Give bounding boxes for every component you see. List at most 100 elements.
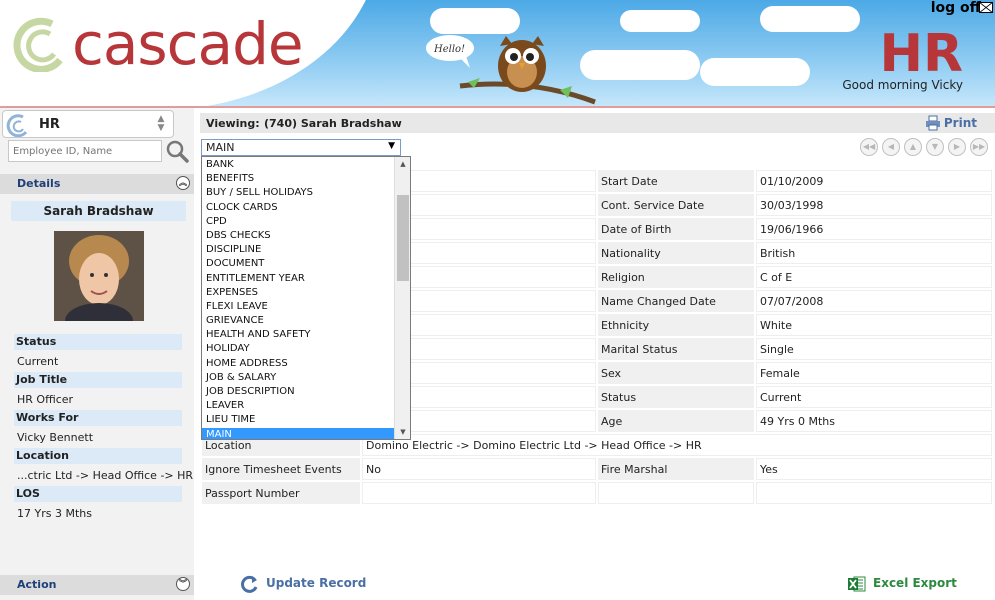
up-record-icon[interactable]: ▲ bbox=[904, 138, 922, 156]
record-navigation: ◀◀ ◀ ▲ ▼ ▶ ▶▶ bbox=[860, 138, 992, 156]
close-icon[interactable] bbox=[979, 2, 993, 13]
passport-number-value bbox=[362, 482, 596, 504]
works-for-value: Vicky Bennett bbox=[17, 431, 94, 444]
works-for-label: Works For bbox=[14, 410, 182, 426]
app-header: cascade Hello! log off HR Good morning V… bbox=[0, 0, 995, 108]
logoff-link[interactable]: log off bbox=[931, 0, 981, 16]
table-row: Ignore Timesheet Events No Fire Marshal … bbox=[202, 458, 992, 480]
module-title: HR bbox=[879, 24, 963, 84]
field-value: Current bbox=[756, 386, 992, 408]
empty-cell bbox=[756, 482, 992, 504]
dropdown-option[interactable]: FLEXI LEAVE bbox=[202, 300, 395, 314]
sidebar: HR ▲▼ Details ︽ Sarah Bradshaw Status Cu… bbox=[0, 108, 194, 600]
dropdown-option[interactable]: MAIN bbox=[202, 427, 395, 439]
speech-bubble-text: Hello! bbox=[433, 44, 465, 55]
dropdown-arrow-icon: ▼ bbox=[388, 141, 395, 151]
fire-marshal-label: Fire Marshal bbox=[598, 458, 754, 480]
dropdown-option[interactable]: ENTITLEMENT YEAR bbox=[202, 272, 395, 286]
viewing-bar: Viewing: (740) Sarah Bradshaw Print bbox=[200, 113, 995, 133]
cloud bbox=[760, 6, 860, 32]
dropdown-scrollbar[interactable]: ▲ ▼ bbox=[394, 157, 410, 439]
status-value: Current bbox=[17, 355, 59, 368]
printer-icon[interactable] bbox=[925, 115, 941, 131]
employee-name: Sarah Bradshaw bbox=[11, 201, 186, 221]
action-label: Action bbox=[17, 578, 57, 591]
field-label: Date of Birth bbox=[598, 218, 754, 240]
scroll-down-icon[interactable]: ▼ bbox=[395, 425, 410, 439]
last-record-icon[interactable]: ▶▶ bbox=[970, 138, 988, 156]
expand-down-icon[interactable]: ︾ bbox=[176, 577, 190, 591]
cloud bbox=[620, 10, 700, 32]
scroll-up-icon[interactable]: ▲ bbox=[395, 157, 410, 171]
details-panel-header[interactable]: Details ︽ bbox=[0, 174, 194, 194]
details-label: Details bbox=[17, 177, 61, 190]
ignore-timesheet-value: No bbox=[362, 458, 596, 480]
viewing-employee: (740) Sarah Bradshaw bbox=[264, 117, 402, 130]
section-select[interactable]: MAIN ▼ bbox=[201, 139, 401, 156]
collapse-up-icon[interactable]: ︽ bbox=[176, 176, 190, 190]
dropdown-options: BANK BENEFITS BUY / SELL HOLIDAYS CLOCK CAR… bbox=[202, 158, 395, 439]
field-value: 19/06/1966 bbox=[756, 218, 992, 240]
section-dropdown-list[interactable]: BANK BENEFITS BUY / SELL HOLIDAYS CLOCK CAR… bbox=[201, 156, 411, 440]
ignore-timesheet-label: Ignore Timesheet Events bbox=[202, 458, 360, 480]
brand-logo: cascade bbox=[72, 10, 304, 78]
logoff-label: log off bbox=[930, 0, 981, 16]
dropdown-option[interactable]: JOB & SALARY bbox=[202, 371, 395, 385]
empty-cell bbox=[598, 482, 754, 504]
employee-photo bbox=[54, 231, 144, 321]
dropdown-option[interactable]: CPD bbox=[202, 215, 395, 229]
update-record-label: Update Record bbox=[266, 576, 367, 590]
excel-icon bbox=[848, 576, 866, 592]
action-panel-header[interactable]: Action ︾ bbox=[0, 575, 194, 595]
field-label: Marital Status bbox=[598, 338, 754, 360]
search-icon[interactable] bbox=[164, 138, 190, 164]
field-label: Ethnicity bbox=[598, 314, 754, 336]
dropdown-option[interactable]: BENEFITS bbox=[202, 172, 395, 186]
dropdown-option[interactable]: HOLIDAY bbox=[202, 342, 395, 356]
section-select-value: MAIN bbox=[206, 141, 235, 154]
status-label: Status bbox=[14, 334, 182, 350]
first-record-icon[interactable]: ◀◀ bbox=[860, 138, 878, 156]
field-value: Female bbox=[756, 362, 992, 384]
owl-mascot-icon: Hello! bbox=[426, 35, 596, 105]
scroll-thumb[interactable] bbox=[397, 195, 409, 281]
dropdown-option[interactable]: BUY / SELL HOLIDAYS bbox=[202, 186, 395, 200]
field-label: Sex bbox=[598, 362, 754, 384]
field-value: 07/07/2008 bbox=[756, 290, 992, 312]
cascade-swirl-icon bbox=[6, 114, 28, 137]
dropdown-option[interactable]: DOCUMENT bbox=[202, 257, 395, 271]
location-label: Location bbox=[14, 448, 182, 464]
field-value: Single bbox=[756, 338, 992, 360]
dropdown-option[interactable]: CLOCK CARDS bbox=[202, 201, 395, 215]
field-value: British bbox=[756, 242, 992, 264]
fire-marshal-value: Yes bbox=[756, 458, 992, 480]
field-value: 30/03/1998 bbox=[756, 194, 992, 216]
updown-arrows-icon: ▲ ▼ bbox=[157, 114, 165, 133]
down-record-icon[interactable]: ▼ bbox=[926, 138, 944, 156]
job-title-value: HR Officer bbox=[17, 393, 74, 406]
viewing-label: Viewing: bbox=[206, 117, 260, 130]
previous-record-icon[interactable]: ◀ bbox=[882, 138, 900, 156]
dropdown-option[interactable]: HOME ADDRESS bbox=[202, 357, 395, 371]
field-label: Nationality bbox=[598, 242, 754, 264]
dropdown-option[interactable]: DBS CHECKS bbox=[202, 229, 395, 243]
dropdown-option[interactable]: JOB DESCRIPTION bbox=[202, 385, 395, 399]
dropdown-option[interactable]: GRIEVANCE bbox=[202, 314, 395, 328]
module-label: HR bbox=[39, 117, 60, 132]
field-label: Name Changed Date bbox=[598, 290, 754, 312]
next-record-icon[interactable]: ▶ bbox=[948, 138, 966, 156]
field-label: Religion bbox=[598, 266, 754, 288]
dropdown-option[interactable]: LIEU TIME bbox=[202, 413, 395, 427]
dropdown-option[interactable]: LEAVER bbox=[202, 399, 395, 413]
module-selector[interactable]: HR ▲ ▼ bbox=[2, 110, 174, 138]
dropdown-option[interactable]: HEALTH AND SAFETY bbox=[202, 328, 395, 342]
dropdown-option[interactable]: DISCIPLINE bbox=[202, 243, 395, 257]
field-value: C of E bbox=[756, 266, 992, 288]
los-value: 17 Yrs 3 Mths bbox=[17, 507, 92, 520]
dropdown-option[interactable]: BANK bbox=[202, 158, 395, 172]
field-value: 01/10/2009 bbox=[756, 170, 992, 192]
employee-search-input[interactable] bbox=[8, 140, 162, 162]
dropdown-option[interactable]: EXPENSES bbox=[202, 286, 395, 300]
field-label: Cont. Service Date bbox=[598, 194, 754, 216]
print-button[interactable]: Print bbox=[944, 116, 977, 130]
